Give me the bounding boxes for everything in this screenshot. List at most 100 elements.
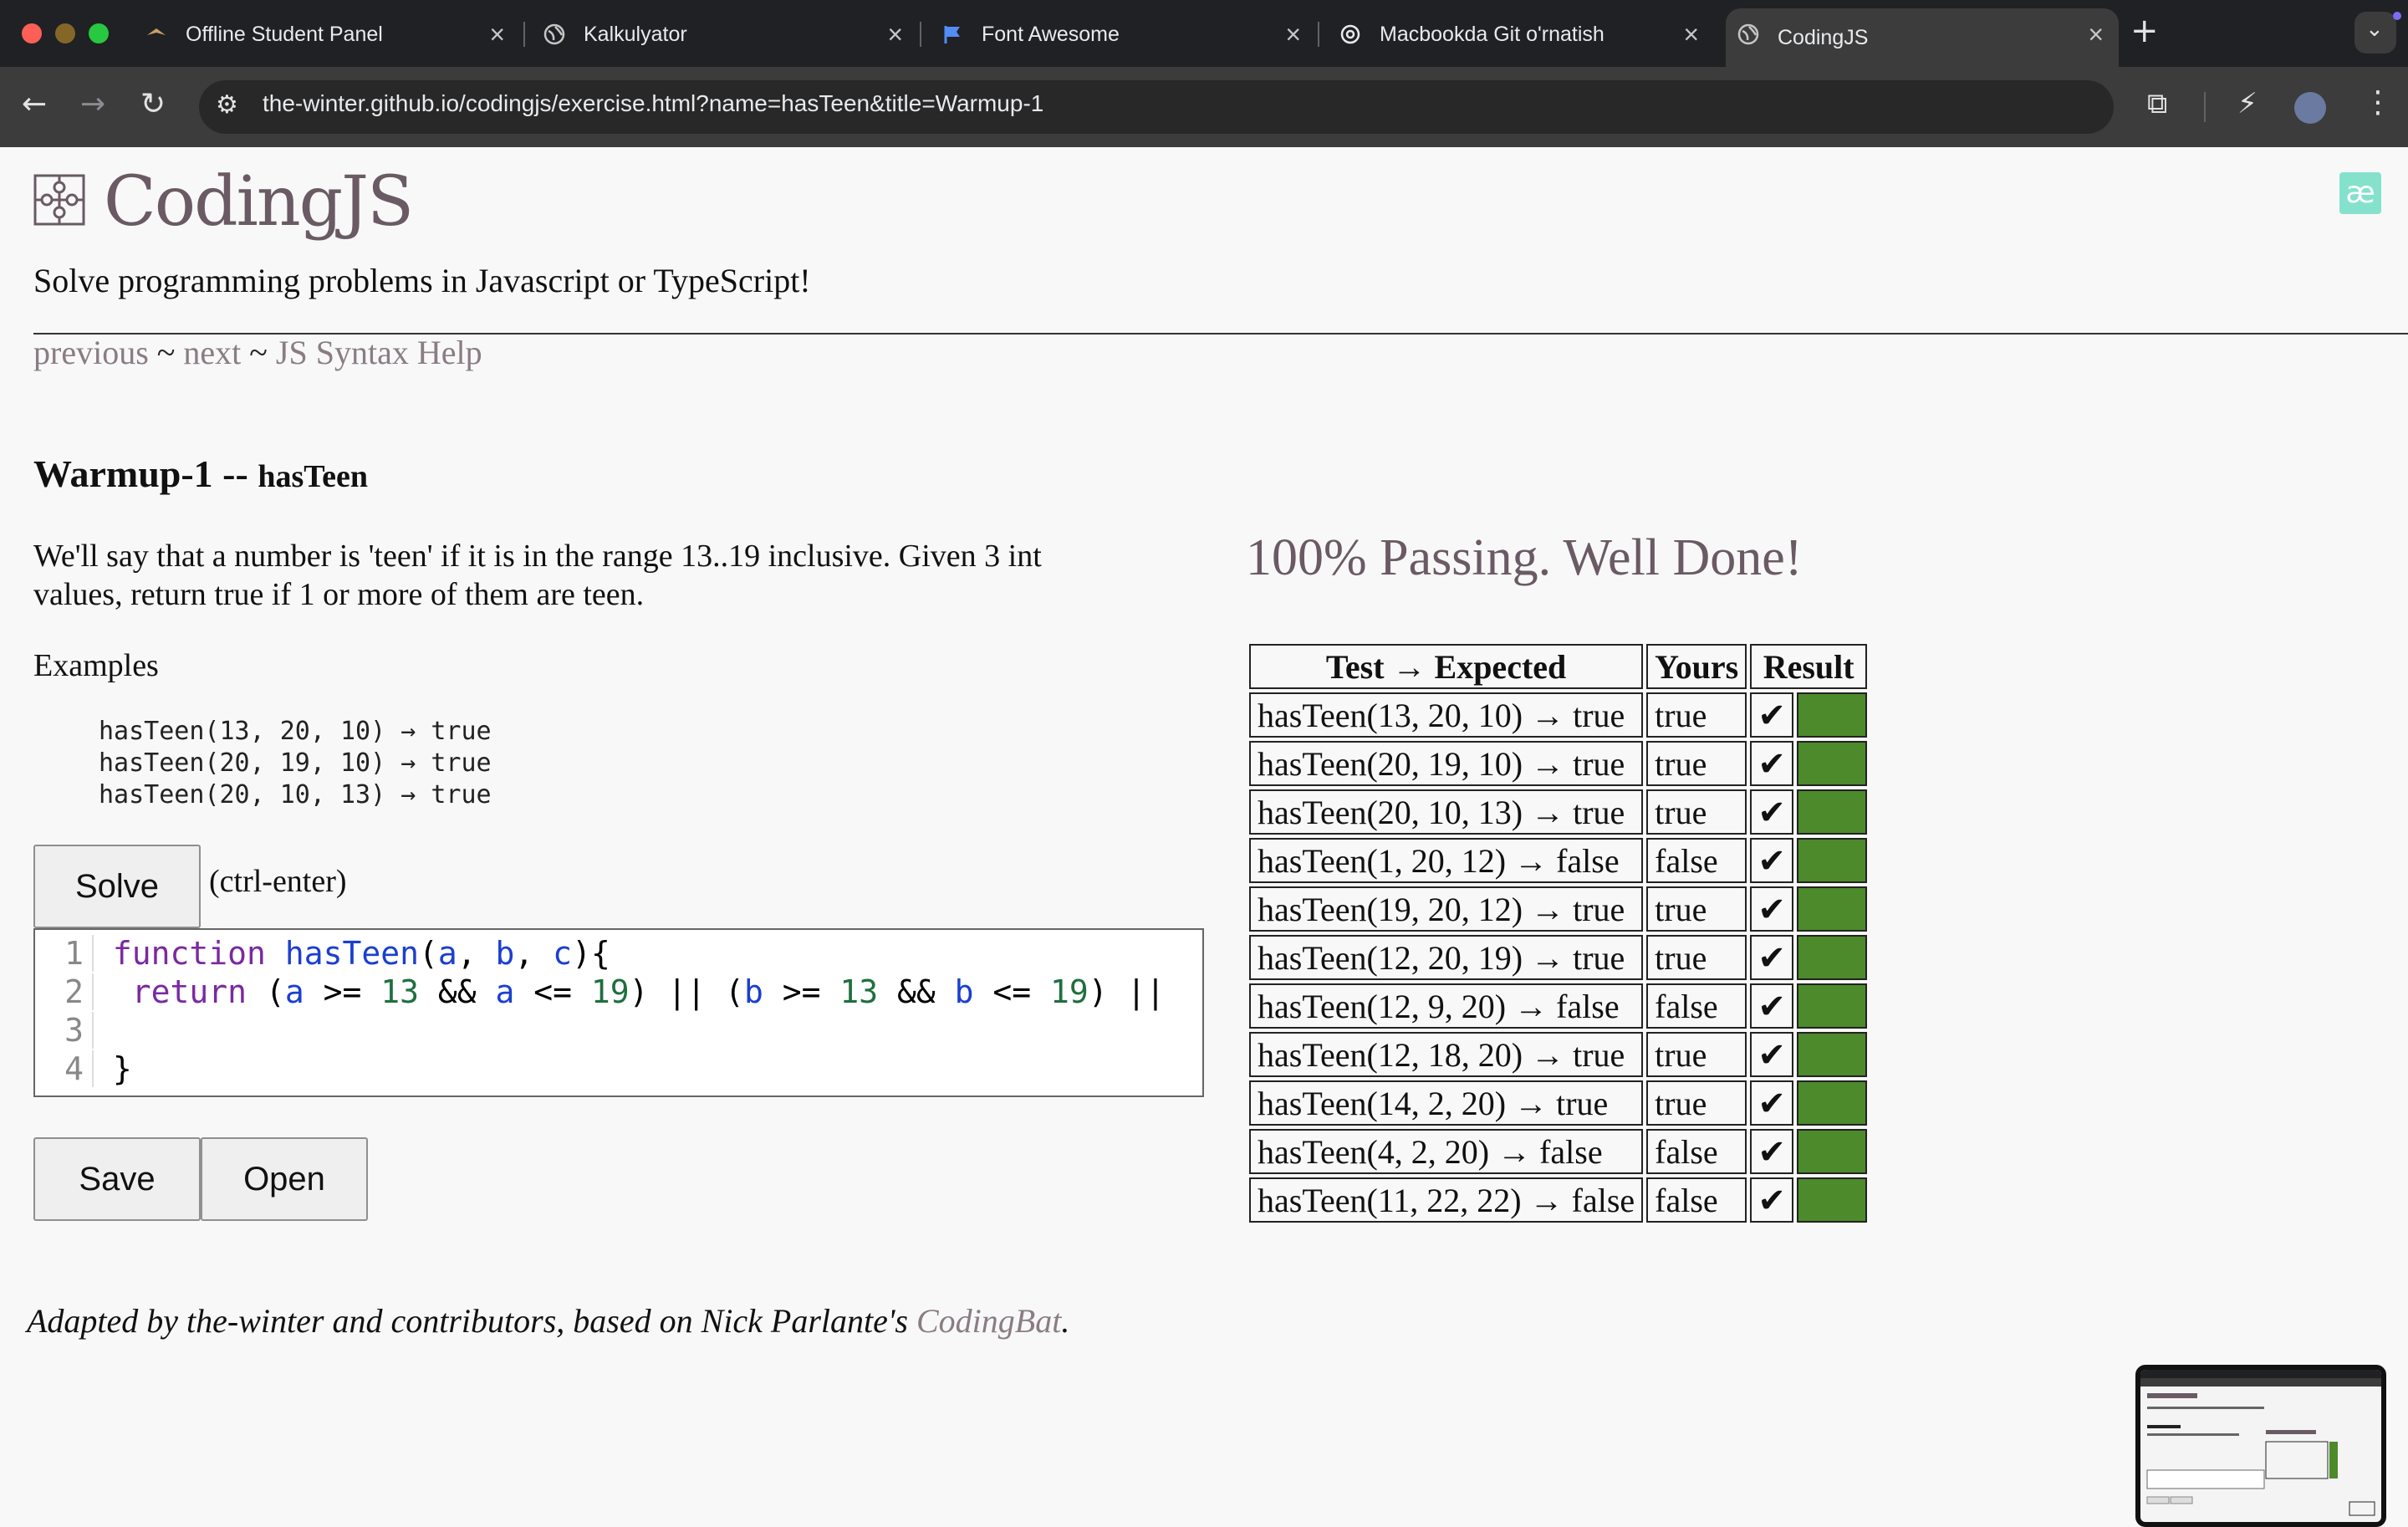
close-tab-icon[interactable]: ×: [1683, 21, 1699, 48]
test-expected-cell: hasTeen(12, 18, 20) → true: [1249, 1032, 1644, 1077]
pass-indicator: [1797, 1032, 1868, 1077]
more-menu-icon[interactable]: ⋮: [2363, 85, 2393, 120]
previous-link[interactable]: previous: [33, 334, 149, 371]
test-expected-cell: hasTeen(20, 19, 10) → true: [1249, 741, 1644, 786]
code-editor[interactable]: 1 function hasTeen(a, b, c){ 2 return (a…: [33, 928, 1204, 1097]
close-tab-icon[interactable]: ×: [887, 21, 903, 48]
tab-separator: [920, 22, 921, 47]
save-button[interactable]: Save: [33, 1137, 201, 1221]
example-line: hasTeen(13, 20, 10) → true: [99, 717, 492, 746]
extensions-puzzle-icon[interactable]: ⧉: [2147, 87, 2167, 120]
minimize-window-button[interactable]: [55, 23, 75, 43]
line-number: 3: [35, 1012, 94, 1049]
tab-codingjs[interactable]: CodingJS ×: [1726, 8, 2119, 67]
chevron-down-icon: ⌄: [2365, 17, 2384, 42]
close-tab-icon[interactable]: ×: [1285, 21, 1301, 48]
globe-icon: [543, 23, 565, 45]
pass-indicator: [1797, 1177, 1868, 1223]
yours-cell: false: [1646, 1129, 1747, 1174]
test-expected-cell: hasTeen(11, 22, 22) → false: [1249, 1177, 1644, 1223]
header-yours: Yours: [1646, 644, 1747, 689]
globe-icon: [1737, 23, 1759, 45]
result-row: hasTeen(11, 22, 22) → false false ✔: [1249, 1177, 1868, 1223]
result-row: hasTeen(12, 20, 19) → true true ✔: [1249, 935, 1868, 980]
codingbat-link[interactable]: CodingBat: [916, 1302, 1061, 1340]
problem-name: hasTeen: [258, 459, 368, 494]
code-line: 3: [35, 1012, 94, 1050]
check-mark-icon: ✔: [1750, 1080, 1794, 1126]
tab-font-awesome[interactable]: Font Awesome ×: [930, 8, 1316, 60]
tab-macbookda-git[interactable]: Macbookda Git o'rnatish ×: [1328, 8, 1714, 60]
thumbnail-preview-icon: [2140, 1370, 2381, 1516]
performance-icon[interactable]: ⚡: [2237, 87, 2258, 120]
ae-extension-icon[interactable]: æ: [2339, 172, 2381, 214]
yours-cell: true: [1646, 789, 1747, 835]
footer-text: Adapted by the-winter and contributors, …: [27, 1302, 916, 1340]
code-line: 4 }: [35, 1050, 132, 1089]
tab-title: CodingJS: [1778, 25, 1869, 49]
solve-button[interactable]: Solve: [33, 845, 201, 928]
syntax-help-link[interactable]: JS Syntax Help: [276, 334, 482, 371]
test-expected-cell: hasTeen(14, 2, 20) → true: [1249, 1080, 1644, 1126]
check-mark-icon: ✔: [1750, 1177, 1794, 1223]
pass-indicator: [1797, 1080, 1868, 1126]
results-header-row: Test → Expected Yours Result: [1249, 644, 1868, 689]
forward-arrow-icon[interactable]: →: [80, 87, 105, 121]
header-test-expected: Test → Expected: [1249, 644, 1644, 689]
close-window-button[interactable]: [22, 23, 42, 43]
tab-kalkulyator[interactable]: Kalkulyator ×: [532, 8, 918, 60]
toolbar-separator: [2204, 92, 2206, 122]
close-tab-icon[interactable]: ×: [489, 21, 505, 48]
pass-indicator: [1797, 789, 1868, 835]
pass-indicator: [1797, 1129, 1868, 1174]
result-row: hasTeen(14, 2, 20) → true true ✔: [1249, 1080, 1868, 1126]
problem-description: We'll say that a number is 'teen' if it …: [33, 539, 1042, 612]
check-mark-icon: ✔: [1750, 886, 1794, 932]
test-expected-cell: hasTeen(20, 10, 13) → true: [1249, 789, 1644, 835]
tab-title: Font Awesome: [982, 22, 1120, 46]
code-text: function hasTeen(a, b, c){: [112, 935, 610, 972]
close-tab-icon[interactable]: ×: [2088, 21, 2104, 48]
tab-offline-student-panel[interactable]: Offline Student Panel ×: [134, 8, 520, 60]
maximize-window-button[interactable]: [89, 23, 109, 43]
site-title: CodingJS: [104, 162, 414, 242]
tab-search-button[interactable]: ⌄: [2354, 12, 2396, 54]
result-row: hasTeen(20, 10, 13) → true true ✔: [1249, 789, 1868, 835]
openai-icon: [1340, 24, 1360, 44]
new-tab-icon[interactable]: +: [2130, 12, 2159, 50]
open-button[interactable]: Open: [201, 1137, 368, 1221]
yours-cell: false: [1646, 983, 1747, 1029]
test-expected-cell: hasTeen(12, 9, 20) → false: [1249, 983, 1644, 1029]
result-row: hasTeen(13, 20, 10) → true true ✔: [1249, 692, 1868, 738]
result-row: hasTeen(19, 20, 12) → true true ✔: [1249, 886, 1868, 932]
back-arrow-icon[interactable]: ←: [22, 87, 47, 121]
profile-avatar[interactable]: [2294, 92, 2326, 124]
result-row: hasTeen(1, 20, 12) → false false ✔: [1249, 838, 1868, 883]
test-expected-cell: hasTeen(4, 2, 20) → false: [1249, 1129, 1644, 1174]
pass-indicator: [1797, 983, 1868, 1029]
code-text: return (a >= 13 && a <= 19) || (b >= 13 …: [131, 973, 1166, 1010]
check-mark-icon: ✔: [1750, 1129, 1794, 1174]
footer-credit: Adapted by the-winter and contributors, …: [27, 1301, 1069, 1341]
yours-cell: true: [1646, 741, 1747, 786]
flag-icon: [944, 26, 960, 43]
url-text[interactable]: the-winter.github.io/codingjs/exercise.h…: [263, 90, 1043, 117]
yours-cell: true: [1646, 935, 1747, 980]
nav-separator: ~: [148, 334, 184, 371]
screenshot-thumbnail[interactable]: [2135, 1365, 2386, 1527]
reload-icon[interactable]: ↻: [140, 87, 166, 121]
example-line: hasTeen(20, 10, 13) → true: [99, 780, 492, 809]
problem-category: Warmup-1 --: [33, 452, 248, 495]
passing-status: 100% Passing. Well Done!: [1246, 529, 1803, 586]
header-result: Result: [1750, 644, 1868, 689]
code-line: 1 function hasTeen(a, b, c){: [35, 935, 610, 973]
test-expected-cell: hasTeen(19, 20, 12) → true: [1249, 886, 1644, 932]
yours-cell: false: [1646, 1177, 1747, 1223]
pass-indicator: [1797, 886, 1868, 932]
next-link[interactable]: next: [183, 334, 241, 371]
yours-cell: true: [1646, 1032, 1747, 1077]
results-table: Test → Expected Yours Result hasTeen(13,…: [1246, 641, 1870, 1226]
site-info-icon[interactable]: ⚙: [216, 90, 238, 120]
examples-label: Examples: [33, 648, 159, 683]
example-line: hasTeen(20, 19, 10) → true: [99, 748, 492, 778]
